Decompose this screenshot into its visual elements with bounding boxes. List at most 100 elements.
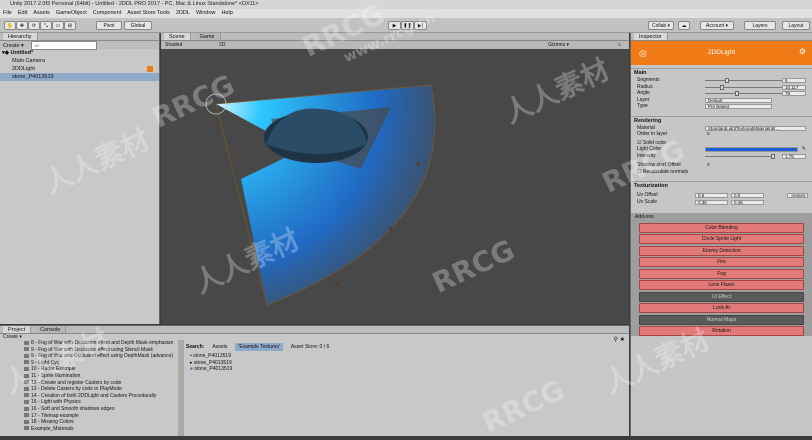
menu-2ddl[interactable]: 2DDL bbox=[176, 9, 190, 18]
radius-slider[interactable] bbox=[705, 84, 785, 90]
folder-item[interactable]: 12 - Create and register Casters by code bbox=[0, 380, 184, 387]
arc-handle[interactable] bbox=[416, 162, 420, 166]
arc-handle[interactable] bbox=[335, 281, 339, 285]
uv-scale-y[interactable]: 0.36 bbox=[731, 199, 764, 205]
folder-item[interactable]: 16 - Soft and Smooth shadows edges bbox=[0, 406, 184, 413]
angle-value[interactable]: 78 bbox=[782, 91, 806, 96]
angle-slider[interactable] bbox=[705, 91, 785, 96]
hierarchy-item-stone[interactable]: stone_P4013519 bbox=[0, 73, 159, 81]
addon-circle-sprite-light-button[interactable]: Circle Sprite Light bbox=[639, 234, 804, 244]
shading-dropdown[interactable]: Shaded bbox=[165, 41, 182, 49]
folder-item[interactable]: 8 - Fog of War with Occlusion effect and… bbox=[0, 340, 184, 347]
addon-lens-flares-button[interactable]: Lens Flares bbox=[639, 280, 804, 290]
uv-scale-x[interactable]: 0.36 bbox=[695, 199, 728, 205]
shadow-offset-value[interactable]: 0 bbox=[705, 163, 806, 168]
recalc-normals-checkbox[interactable]: ☐ bbox=[637, 169, 641, 175]
scene-view[interactable]: Scene Game Shaded 2D Gizmos ▾ ⌕ bbox=[161, 33, 629, 324]
cloud-icon[interactable]: ☁ bbox=[678, 21, 690, 30]
tab-console[interactable]: Console bbox=[35, 326, 67, 333]
addon-fire-button[interactable]: Fire bbox=[639, 257, 804, 267]
slider-knob[interactable] bbox=[771, 153, 775, 159]
transform-tool-icon[interactable]: ⊞ bbox=[64, 21, 76, 30]
solid-color-checkbox[interactable]: ☑ bbox=[637, 140, 641, 146]
folder-item[interactable]: 9 - Fog of War and Occlusion effect usin… bbox=[0, 353, 184, 360]
light-color-swatch[interactable] bbox=[705, 147, 798, 152]
arc-handle[interactable] bbox=[389, 227, 393, 231]
scene-root[interactable]: ▾◆ Untitled* bbox=[0, 49, 159, 57]
global-toggle[interactable]: Global bbox=[124, 21, 152, 30]
restore-button[interactable]: restore bbox=[787, 193, 808, 198]
search-scope-folder[interactable]: 'Example Textures' bbox=[235, 343, 283, 351]
folder-item[interactable]: Example_Materials bbox=[0, 426, 184, 433]
segments-value[interactable]: 5 bbox=[782, 78, 806, 83]
search-scope-asset-store[interactable]: Asset Store: 0 / 6 bbox=[291, 343, 329, 351]
step-icon[interactable]: ▶| bbox=[414, 21, 427, 30]
type-dropdown[interactable]: Pre Baked bbox=[705, 104, 772, 109]
rotate-tool-icon[interactable]: ⟳ bbox=[28, 21, 40, 30]
tab-hierarchy[interactable]: Hierarchy bbox=[3, 33, 38, 40]
addon-rotation-button[interactable]: Rotation bbox=[639, 326, 804, 336]
tab-project[interactable]: Project bbox=[3, 326, 32, 333]
menu-help[interactable]: Help bbox=[222, 9, 233, 18]
folder-item[interactable]: 13 - Delete Casters by code in PlayMode bbox=[0, 386, 184, 393]
account-dropdown[interactable]: Account ▾ bbox=[700, 21, 734, 30]
segments-slider[interactable] bbox=[705, 78, 785, 83]
folder-item[interactable]: 11 - Sprite Illumination bbox=[0, 373, 184, 380]
gizmos-dropdown[interactable]: Gizmos ▾ bbox=[548, 41, 569, 49]
addon-look-at-button[interactable]: Look At bbox=[639, 303, 804, 313]
folder-item[interactable]: 10 - Radar Example bbox=[0, 366, 184, 373]
material-field[interactable]: StandardLightTexturedMaterial(dlr... bbox=[705, 125, 806, 131]
uv-offset-y[interactable]: 0.5 bbox=[731, 193, 764, 198]
intensity-value[interactable]: 1.75 bbox=[782, 153, 806, 159]
uv-offset-x[interactable]: 0.5 bbox=[695, 193, 728, 198]
menu-asset-store-tools[interactable]: Asset Store Tools bbox=[127, 9, 170, 18]
hand-tool-icon[interactable]: ✋ bbox=[4, 21, 16, 30]
scale-tool-icon[interactable]: ⤡ bbox=[40, 21, 52, 30]
layout-dropdown[interactable]: Layout bbox=[782, 21, 810, 30]
rect-tool-icon[interactable]: ▭ bbox=[52, 21, 64, 30]
layers-dropdown[interactable]: Layers bbox=[744, 21, 776, 30]
folder-item[interactable]: 17 - Tilemap example bbox=[0, 413, 184, 420]
menu-assets[interactable]: Assets bbox=[33, 9, 50, 18]
menu-component[interactable]: Component bbox=[93, 9, 121, 18]
menu-edit[interactable]: Edit bbox=[18, 9, 27, 18]
slider-knob[interactable] bbox=[725, 78, 729, 83]
tab-inspector[interactable]: Inspector bbox=[634, 33, 668, 40]
folder-item[interactable]: 9 - Fog of War with Occlusion effect usi… bbox=[0, 347, 184, 354]
menu-gameobject[interactable]: GameObject bbox=[56, 9, 87, 18]
addon-color-blending-button[interactable]: Color Blending bbox=[639, 222, 804, 233]
slider-knob[interactable] bbox=[735, 91, 739, 96]
menu-window[interactable]: Window bbox=[196, 9, 216, 18]
order-value[interactable]: 0 bbox=[705, 132, 732, 137]
tab-game[interactable]: Game bbox=[194, 33, 221, 40]
folder-item[interactable]: 14 - Creation of both 2DDLight and Caste… bbox=[0, 393, 184, 400]
tree-scrollbar[interactable] bbox=[178, 340, 184, 436]
intensity-slider[interactable] bbox=[705, 153, 775, 159]
star-icon[interactable]: ★ bbox=[620, 337, 625, 343]
folder-item[interactable]: 9 - Light Cyc bbox=[0, 360, 184, 367]
hierarchy-search-input[interactable] bbox=[31, 41, 98, 50]
slider-knob[interactable] bbox=[720, 84, 724, 90]
hierarchy-item-main-camera[interactable]: Main Camera bbox=[0, 57, 159, 65]
tab-scene[interactable]: Scene bbox=[164, 33, 191, 40]
pause-icon[interactable]: ❚❚ bbox=[401, 21, 414, 30]
radius-value[interactable]: 10.117 bbox=[782, 84, 806, 90]
collab-button[interactable]: Collab ▾ bbox=[648, 21, 674, 30]
addon-normal-maps-button[interactable]: Normal Maps bbox=[639, 314, 804, 325]
settings-gear-icon[interactable]: ⚙ bbox=[799, 47, 806, 56]
menu-file[interactable]: File bbox=[3, 9, 12, 18]
addon-ui-effect-button[interactable]: UI Effect bbox=[639, 291, 804, 302]
play-icon[interactable]: ▶ bbox=[388, 21, 401, 30]
folder-item[interactable]: 15 - Light with Physics bbox=[0, 399, 184, 406]
addon-enemy-detection-button[interactable]: Enemy Detection bbox=[639, 245, 804, 256]
layer-dropdown[interactable]: Default bbox=[705, 97, 772, 103]
2d-toggle[interactable]: 2D bbox=[219, 41, 225, 49]
filter-icon[interactable]: ⚲ bbox=[614, 337, 618, 343]
addon-fog-button[interactable]: Fog bbox=[639, 268, 804, 279]
result-item[interactable]: ● stone_P4013519 bbox=[190, 366, 232, 373]
hierarchy-item-2ddlight[interactable]: 2DDLight bbox=[0, 65, 159, 73]
folder-item[interactable]: 18 - Missing Colors bbox=[0, 419, 184, 426]
search-scope-assets[interactable]: Assets bbox=[212, 343, 227, 351]
scene-search-icon[interactable]: ⌕ bbox=[618, 41, 621, 49]
pivot-toggle[interactable]: Pivot bbox=[96, 21, 122, 30]
